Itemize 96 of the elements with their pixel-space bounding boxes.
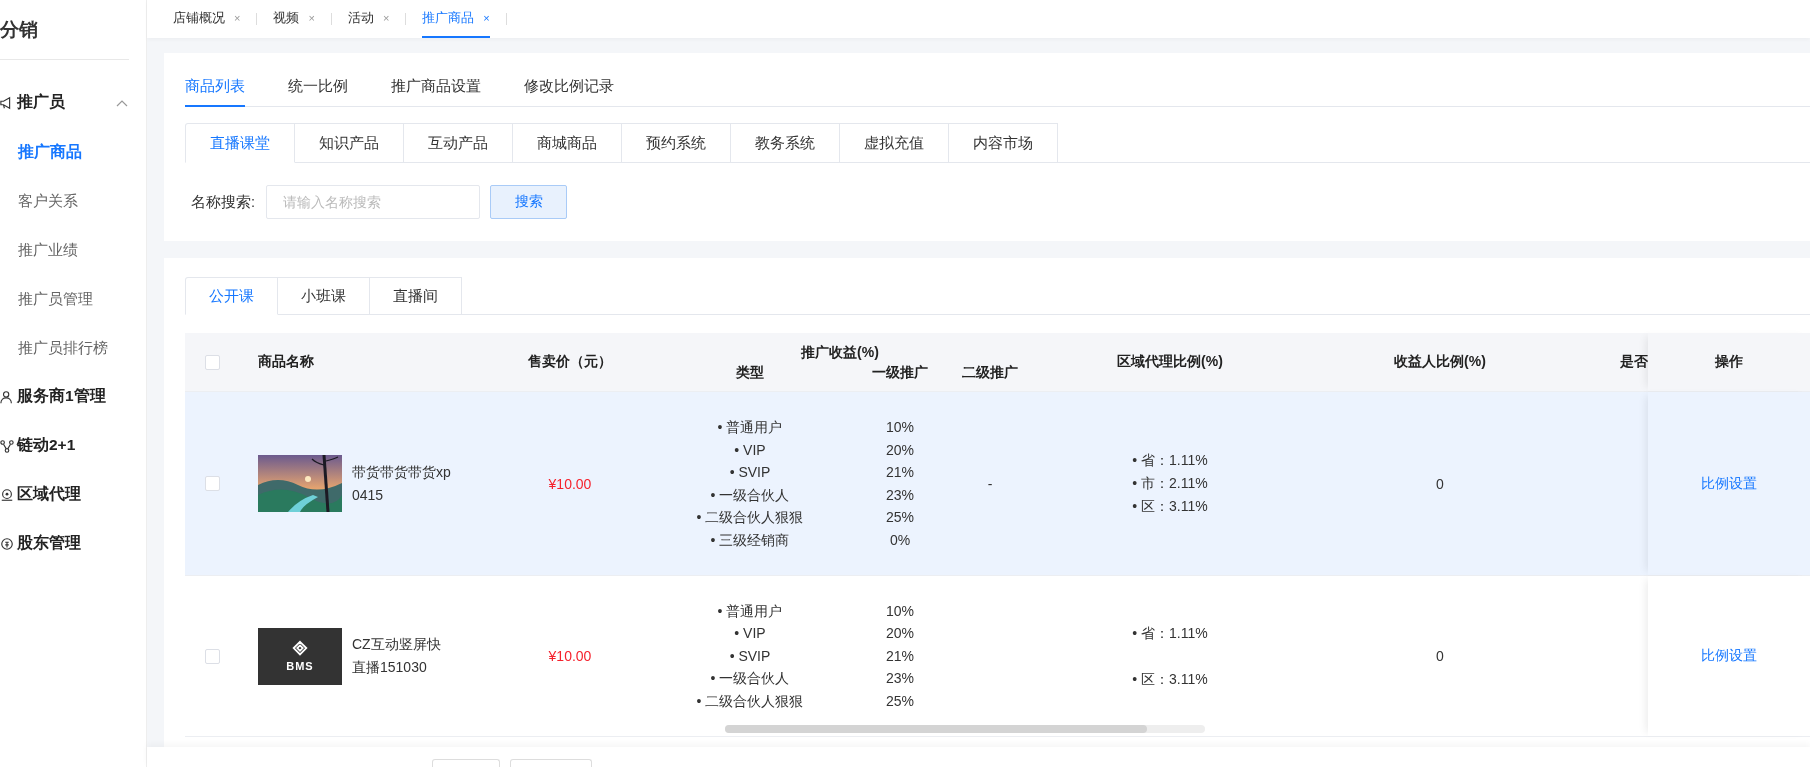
- search-field[interactable]: 请输入名称搜索: [266, 185, 481, 219]
- menu-group[interactable]: 链动2+1: [0, 421, 146, 470]
- column-header: 收益人比例(%): [1394, 353, 1486, 371]
- region-rate: • 省：1.11%: [1132, 623, 1208, 643]
- menu-group[interactable]: 服务商1管理: [0, 372, 146, 421]
- user-icon: [0, 389, 14, 404]
- menu-group-label: 推广员: [17, 92, 65, 112]
- region-rate: • 区：3.11%: [1132, 497, 1208, 516]
- level1-rate: 25%: [886, 508, 914, 527]
- level1-rate: 21%: [886, 463, 914, 482]
- price: ¥10.00: [548, 475, 592, 492]
- section-tab[interactable]: 商品列表: [185, 71, 245, 107]
- cut-off-button[interactable]: [432, 759, 500, 767]
- level1-rate: 21%: [886, 646, 914, 666]
- page-tab[interactable]: 店铺概况 ×: [173, 0, 241, 38]
- checkbox[interactable]: [205, 354, 220, 370]
- member-type: • SVIP: [729, 646, 771, 666]
- beneficiary-rate: 0: [1436, 648, 1444, 664]
- level1-rate: 0%: [889, 530, 911, 550]
- member-type: • VIP: [734, 440, 766, 460]
- column-header: 操作: [1715, 353, 1743, 371]
- member-type: • 二级合伙人狠狠: [696, 508, 804, 527]
- region-rate: • 省：1.11%: [1132, 451, 1208, 470]
- column-header: 类型: [736, 364, 764, 382]
- checkbox[interactable]: [205, 476, 220, 491]
- horizontal-scrollbar[interactable]: [725, 725, 1205, 733]
- column-group-header: 推广收益(%): [801, 344, 879, 362]
- page-tab[interactable]: 视频 ×: [273, 0, 315, 38]
- sidebar-item[interactable]: 推广商品: [0, 127, 146, 176]
- column-header: 商品名称: [258, 353, 314, 371]
- menu-group-label: 区域代理: [17, 484, 81, 504]
- product-name: 带货带货带货xp 0415: [352, 462, 452, 505]
- level1-rate: 25%: [886, 691, 914, 711]
- location-icon: [0, 487, 14, 502]
- search-label: 名称搜索:: [191, 192, 256, 212]
- category-tab[interactable]: 互动产品: [404, 123, 513, 163]
- page-tab[interactable]: 活动 ×: [347, 0, 390, 38]
- region-rate: • 区：3.11%: [1132, 669, 1208, 689]
- column-header: 二级推广: [962, 364, 1018, 382]
- menu-group[interactable]: 推广员: [0, 78, 146, 127]
- section-tab[interactable]: 修改比例记录: [524, 71, 614, 107]
- category-tab[interactable]: 预约系统: [622, 123, 731, 163]
- section-tab[interactable]: 推广商品设置: [391, 71, 481, 107]
- ratio-settings-link[interactable]: 比例设置: [1701, 647, 1757, 665]
- section-tab[interactable]: 统一比例: [288, 71, 348, 107]
- column-header: 售卖价（元）: [528, 353, 612, 371]
- course-tab[interactable]: 小班课: [278, 277, 370, 315]
- category-tab[interactable]: 知识产品: [295, 123, 404, 163]
- sidebar-item[interactable]: 推广业绩: [0, 225, 146, 274]
- cut-off-button[interactable]: [510, 759, 592, 767]
- course-tab[interactable]: 直播间: [370, 277, 462, 315]
- category-tab[interactable]: 商城商品: [513, 123, 622, 163]
- ratio-settings-link[interactable]: 比例设置: [1701, 474, 1757, 493]
- sidebar-item[interactable]: 推广员排行榜: [0, 323, 146, 372]
- logo-thumbnail: BMS: [258, 627, 342, 685]
- member-type: • 二级合伙人狠狠: [696, 691, 804, 711]
- category-tab[interactable]: 直播课堂: [185, 123, 295, 163]
- menu-group[interactable]: 股东管理: [0, 519, 146, 568]
- menu-group[interactable]: 区域代理: [0, 470, 146, 519]
- member-type: • 三级经销商: [710, 530, 790, 550]
- coin-icon: [0, 536, 14, 551]
- region-rate: • 市：2.11%: [1132, 474, 1208, 493]
- level1-rate: 23%: [886, 485, 914, 505]
- sidebar-title: 分销: [0, 18, 39, 42]
- course-tab[interactable]: 公开课: [185, 277, 278, 315]
- menu-group-label: 链动2+1: [17, 435, 76, 455]
- beneficiary-rate: 0: [1436, 475, 1444, 492]
- level1-rate: 20%: [886, 440, 914, 460]
- sidebar-item[interactable]: 客户关系: [0, 176, 146, 225]
- nodes-icon: [0, 438, 14, 453]
- price: ¥10.00: [548, 648, 592, 664]
- product-name: CZ互动竖屏快直播151030: [352, 635, 442, 677]
- category-tab[interactable]: 教务系统: [731, 123, 840, 163]
- member-type: • SVIP: [729, 463, 771, 482]
- member-type: • VIP: [734, 624, 766, 644]
- page-tab[interactable]: 推广商品 ×: [422, 0, 490, 38]
- search-button[interactable]: 搜索: [490, 185, 568, 219]
- member-type: • 一级合伙人: [710, 485, 790, 505]
- category-tab[interactable]: 虚拟充值: [840, 123, 949, 163]
- category-tab[interactable]: 内容市场: [949, 123, 1058, 163]
- close-icon[interactable]: ×: [483, 12, 490, 24]
- level2-rate: -: [987, 475, 993, 492]
- menu-group-label: 服务商1管理: [17, 386, 106, 406]
- column-header: 区域代理比例(%): [1117, 353, 1223, 371]
- menu-group-label: 股东管理: [17, 533, 81, 553]
- level1-rate: 23%: [886, 669, 914, 689]
- level1-rate: 10%: [886, 601, 914, 621]
- column-header: 一级推广: [872, 364, 928, 382]
- level1-rate: 20%: [886, 624, 914, 644]
- member-type: • 一级合伙人: [710, 669, 790, 689]
- member-type: • 普通用户: [717, 601, 783, 621]
- sidebar-item[interactable]: 推广员管理: [0, 274, 146, 323]
- level1-rate: 10%: [886, 418, 914, 437]
- member-type: • 普通用户: [717, 418, 783, 437]
- column-header: 是否: [1620, 353, 1648, 371]
- checkbox[interactable]: [205, 648, 220, 664]
